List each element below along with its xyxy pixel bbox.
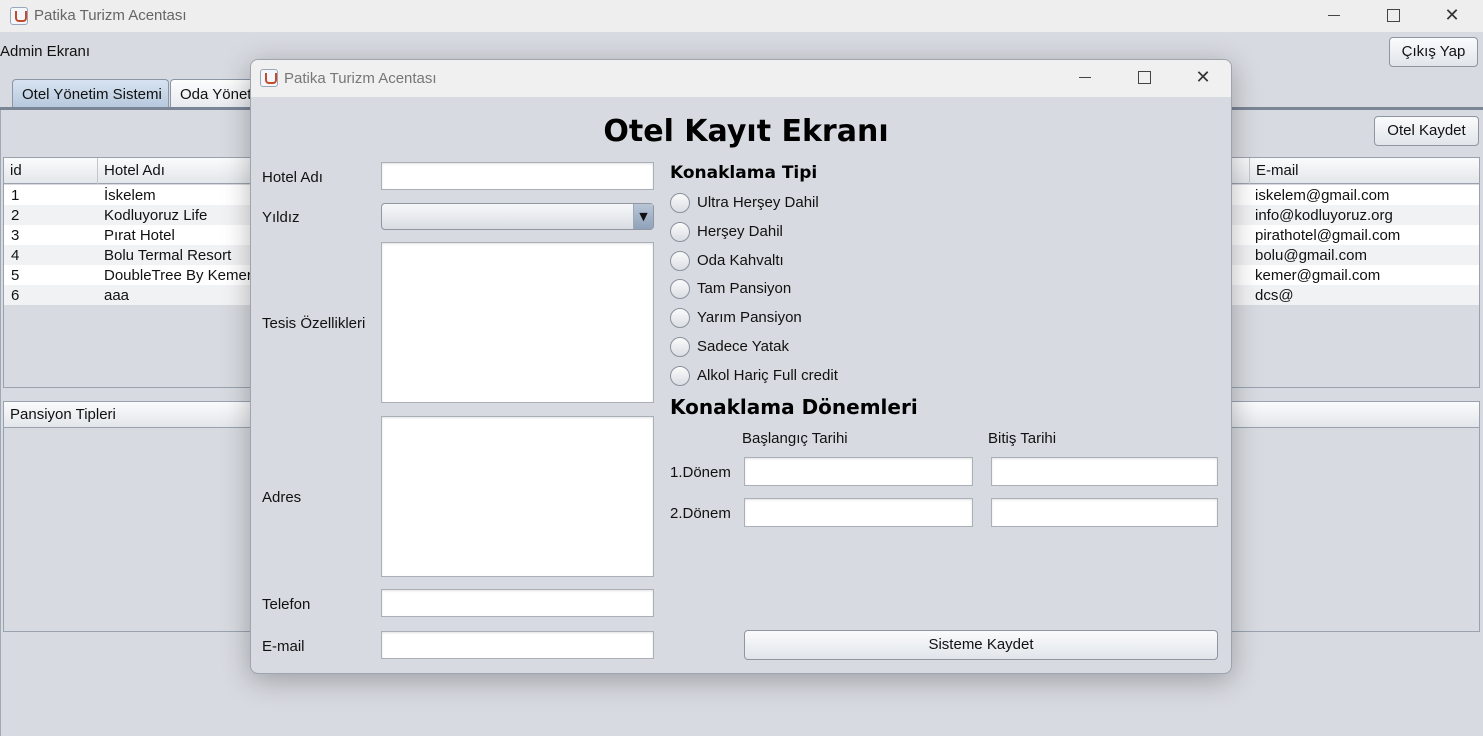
- cell-email: dcs@: [1255, 287, 1294, 304]
- period-2-start-input[interactable]: [744, 498, 973, 527]
- radio-button[interactable]: [670, 251, 690, 271]
- stars-label: Yıldız: [262, 209, 300, 226]
- radio-label: Alkol Hariç Full credit: [697, 367, 838, 384]
- radio-button[interactable]: [670, 279, 690, 299]
- stars-select[interactable]: ▼: [381, 203, 654, 230]
- radio-button[interactable]: [670, 193, 690, 213]
- radio-label: Tam Pansiyon: [697, 280, 792, 297]
- accommodation-type-title: Konaklama Tipi: [670, 163, 818, 183]
- main-window-title: Patika Turizm Acentası: [34, 7, 187, 24]
- cell-id: 3: [11, 227, 20, 244]
- java-app-icon: [10, 7, 28, 25]
- cell-id: 6: [11, 287, 20, 304]
- close-icon[interactable]: ✕: [1185, 66, 1221, 90]
- periods-title: Konaklama Dönemleri: [670, 395, 918, 419]
- hotel-name-input[interactable]: [381, 162, 654, 190]
- radio-label: Oda Kahvaltı: [697, 252, 784, 269]
- radio-button[interactable]: [670, 366, 690, 386]
- radio-label: Sadece Yatak: [697, 338, 790, 355]
- radio-button[interactable]: [670, 308, 690, 328]
- period-2-end-input[interactable]: [991, 498, 1218, 527]
- email-input[interactable]: [381, 631, 654, 659]
- radio-button[interactable]: [670, 337, 690, 357]
- cell-hotel-name: İskelem: [104, 187, 156, 204]
- period-1-start-input[interactable]: [744, 457, 973, 486]
- tab-room-management[interactable]: Oda Yönetimi: [170, 79, 260, 108]
- cell-email: iskelem@gmail.com: [1255, 187, 1390, 204]
- cell-id: 1: [11, 187, 20, 204]
- address-label: Adres: [262, 489, 302, 506]
- end-date-label: Bitiş Tarihi: [988, 430, 1057, 447]
- radio-label: Yarım Pansiyon: [697, 309, 802, 326]
- cell-id: 5: [11, 267, 20, 284]
- period-1-label: 1.Dönem: [670, 464, 731, 481]
- dialog-heading: Otel Kayıt Ekranı: [603, 114, 889, 149]
- cell-id: 4: [11, 247, 20, 264]
- minimize-icon[interactable]: [1316, 4, 1352, 28]
- start-date-label: Başlangıç Tarihi: [742, 430, 848, 447]
- cell-hotel-name: aaa: [104, 287, 130, 304]
- address-textarea[interactable]: [381, 416, 654, 577]
- save-to-system-button[interactable]: Sisteme Kaydet: [744, 630, 1218, 660]
- cell-hotel-name: Pırat Hotel: [104, 227, 175, 244]
- hotel-name-label: Hotel Adı: [262, 169, 323, 186]
- chevron-down-icon[interactable]: ▼: [633, 204, 653, 229]
- minimize-icon[interactable]: [1067, 66, 1103, 90]
- radio-label: Herşey Dahil: [697, 223, 783, 240]
- admin-screen-label: Admin Ekranı: [0, 43, 91, 60]
- column-header-id[interactable]: id: [4, 158, 98, 184]
- phone-input[interactable]: [381, 589, 654, 617]
- column-header-email[interactable]: E-mail: [1249, 158, 1479, 184]
- period-2-label: 2.Dönem: [670, 505, 731, 522]
- facilities-textarea[interactable]: [381, 242, 654, 403]
- maximize-icon[interactable]: [1375, 4, 1411, 28]
- radio-label: Ultra Herşey Dahil: [697, 194, 819, 211]
- phone-label: Telefon: [262, 596, 311, 613]
- radio-button[interactable]: [670, 222, 690, 242]
- cell-hotel-name: Kodluyoruz Life: [104, 207, 208, 224]
- main-title-bar: Patika Turizm Acentası ✕: [0, 0, 1483, 32]
- cell-email: kemer@gmail.com: [1255, 267, 1381, 284]
- cell-id: 2: [11, 207, 20, 224]
- dialog-title-bar: Patika Turizm Acentası ✕: [251, 60, 1231, 97]
- dialog-window-title: Patika Turizm Acentası: [284, 70, 437, 87]
- cell-hotel-name: DoubleTree By Kemer: [104, 267, 252, 284]
- tab-hotel-management[interactable]: Otel Yönetim Sistemi: [12, 79, 169, 108]
- facilities-label: Tesis Özellikleri: [262, 315, 366, 332]
- java-app-icon: [260, 69, 278, 87]
- cell-email: pirathotel@gmail.com: [1255, 227, 1401, 244]
- close-icon[interactable]: ✕: [1434, 4, 1470, 28]
- email-label: E-mail: [262, 638, 305, 655]
- hotel-save-button[interactable]: Otel Kaydet: [1374, 116, 1479, 146]
- logout-button[interactable]: Çıkış Yap: [1389, 37, 1478, 67]
- cell-hotel-name: Bolu Termal Resort: [104, 247, 232, 264]
- period-1-end-input[interactable]: [991, 457, 1218, 486]
- cell-email: info@kodluyoruz.org: [1255, 207, 1393, 224]
- maximize-icon[interactable]: [1126, 66, 1162, 90]
- hotel-registration-dialog: Patika Turizm Acentası ✕ Otel Kayıt Ekra…: [250, 59, 1232, 674]
- cell-email: bolu@gmail.com: [1255, 247, 1367, 264]
